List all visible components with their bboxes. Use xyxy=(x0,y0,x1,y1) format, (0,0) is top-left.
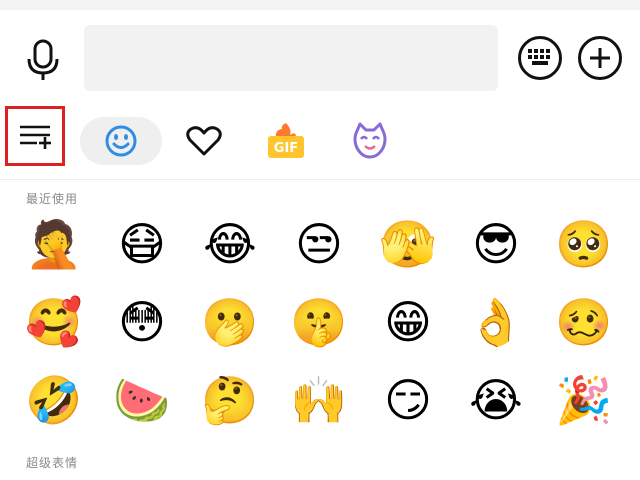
emoji-hands-up-laugh[interactable]: 🙌 xyxy=(287,368,351,432)
emoji-crying[interactable]: 😭 xyxy=(464,368,528,432)
emoji-tears-of-joy[interactable]: 😂 xyxy=(198,212,262,276)
emoji-pout[interactable]: 🥴 xyxy=(552,290,616,354)
sticker-manage-button[interactable] xyxy=(5,106,65,166)
keyboard-button[interactable] xyxy=(518,36,562,80)
emoji-thinking[interactable]: 🤔 xyxy=(198,368,262,432)
plus-button[interactable] xyxy=(578,36,622,80)
emoji-party-popper[interactable]: 🎉 xyxy=(552,368,616,432)
emoji-angry-mask[interactable]: 😷 xyxy=(110,212,174,276)
emoji-smirk[interactable]: 😏 xyxy=(376,368,440,432)
recent-emoji-grid: 🤦 😷 😂 😒 🫣 😎 🥺 🥰 😳 🫢 🤫 😁 👌 🥴 🤣 🍉 🤔 🙌 😏 😭 … xyxy=(0,210,640,450)
gif-icon: GIF xyxy=(268,123,304,158)
emoji-facepalm-laugh[interactable]: 🤦 xyxy=(22,212,86,276)
emoji-grin-teeth[interactable]: 😁 xyxy=(376,290,440,354)
emoji-shush[interactable]: 🤫 xyxy=(287,290,351,354)
tab-gif[interactable]: GIF xyxy=(264,117,308,165)
tab-favorites[interactable] xyxy=(182,117,226,165)
emoji-peek[interactable]: 🫣 xyxy=(376,212,440,276)
emoji-cool-sunglasses[interactable]: 😎 xyxy=(464,212,528,276)
microphone-icon[interactable] xyxy=(20,37,66,83)
emoji-ok-hand[interactable]: 👌 xyxy=(464,290,528,354)
input-row xyxy=(0,10,640,105)
tab-cute-stickers[interactable] xyxy=(348,117,392,165)
keyboard-icon xyxy=(528,49,550,65)
emoji-side-eye[interactable]: 😒 xyxy=(287,212,351,276)
section-title-super: 超级表情 xyxy=(26,456,79,470)
cat-face-icon xyxy=(353,122,387,159)
tab-emoji[interactable] xyxy=(80,117,162,165)
sticker-tab-bar: GIF xyxy=(0,105,640,180)
plus-icon xyxy=(590,48,610,68)
emoji-watermelon[interactable]: 🍉 xyxy=(110,368,174,432)
smiley-icon xyxy=(105,125,137,157)
sticker-manage-icon xyxy=(20,125,51,149)
gif-label: GIF xyxy=(274,141,298,156)
emoji-crying-laugh[interactable]: 🤣 xyxy=(22,368,86,432)
emoji-cover-face[interactable]: 🫢 xyxy=(198,290,262,354)
emoji-hold-flower[interactable]: 🥰 xyxy=(22,290,86,354)
emoji-question[interactable]: 😳 xyxy=(110,290,174,354)
heart-icon xyxy=(186,126,222,156)
status-strip xyxy=(0,0,640,10)
section-title-recent: 最近使用 xyxy=(26,192,79,206)
message-input[interactable] xyxy=(84,25,498,91)
emoji-shy[interactable]: 🥺 xyxy=(552,212,616,276)
